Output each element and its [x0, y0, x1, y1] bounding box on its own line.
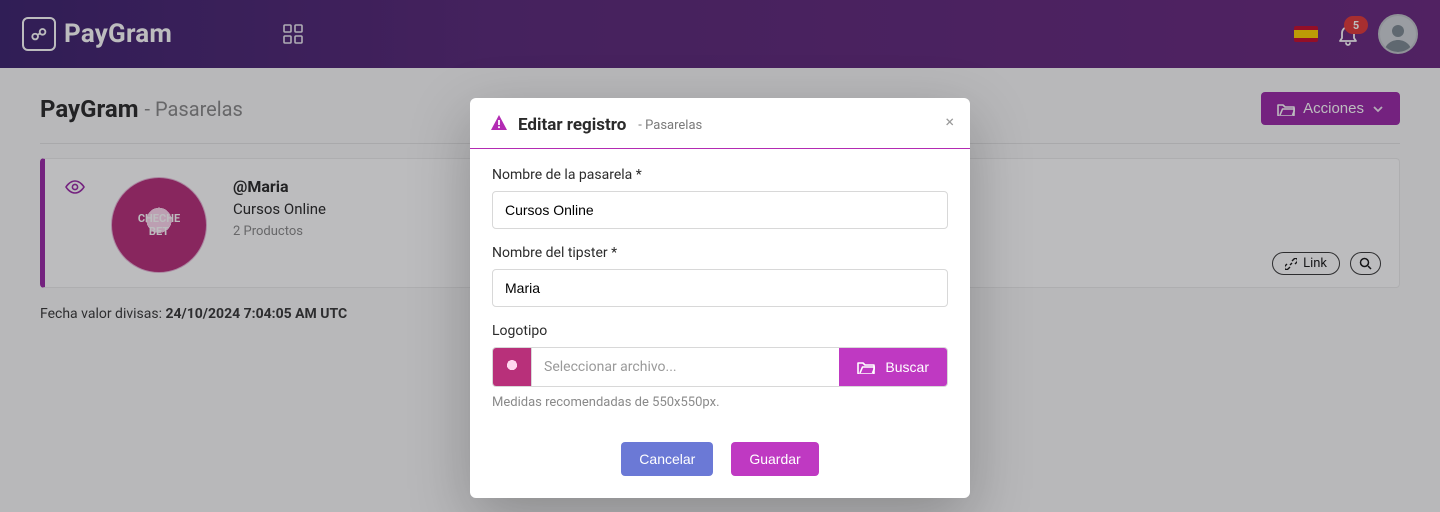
modal-footer: Cancelar Guardar	[470, 432, 970, 498]
modal-close-button[interactable]: ×	[945, 112, 954, 131]
label-tipster-name: Nombre del tipster *	[492, 245, 948, 261]
modal-title: Editar registro	[518, 115, 626, 135]
logo-hint: Medidas recomendadas de 550x550px.	[492, 395, 948, 410]
label-gateway-name: Nombre de la pasarela *	[492, 167, 948, 183]
logo-thumbnail	[493, 348, 532, 386]
modal-header: Editar registro Pasarelas ×	[470, 98, 970, 149]
logo-file-placeholder[interactable]: Seleccionar archivo...	[532, 348, 839, 386]
field-tipster-name: Nombre del tipster *	[492, 245, 948, 307]
input-tipster-name[interactable]	[492, 269, 948, 307]
input-gateway-name[interactable]	[492, 191, 948, 229]
cancel-button[interactable]: Cancelar	[621, 442, 713, 476]
modal-subtitle: Pasarelas	[638, 118, 702, 133]
edit-gateway-modal: Editar registro Pasarelas × Nombre de la…	[470, 98, 970, 498]
folder-open-icon	[857, 360, 875, 374]
logo-browse-label: Buscar	[885, 359, 929, 375]
logo-browse-button[interactable]: Buscar	[839, 348, 947, 386]
save-button[interactable]: Guardar	[731, 442, 818, 476]
warning-icon	[490, 114, 508, 136]
field-logo: Logotipo Seleccionar archivo... Buscar M…	[492, 323, 948, 410]
label-logo: Logotipo	[492, 323, 948, 339]
field-gateway-name: Nombre de la pasarela *	[492, 167, 948, 229]
